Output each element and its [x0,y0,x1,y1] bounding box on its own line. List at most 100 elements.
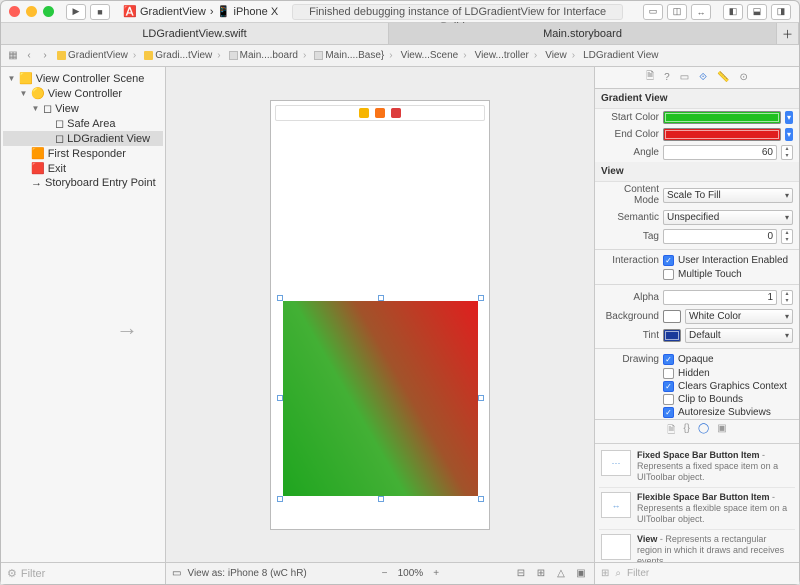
semantic-popup[interactable]: Unspecified [663,210,793,225]
outline-row[interactable]: 🟥Exit [3,161,163,176]
resize-handle-bl[interactable] [277,496,283,502]
scheme-selector[interactable]: 🅰️ GradientView › 📱 iPhone X [124,6,278,18]
code-snippet-lib-icon[interactable]: {} [683,423,690,440]
view-as-label[interactable]: View as: iPhone 8 (wC hR) [187,568,306,579]
ctb-checkbox[interactable] [663,394,674,405]
resize-handle-mr[interactable] [478,395,484,401]
outline-row[interactable]: ◻Safe Area [3,116,163,131]
device-bar-icon[interactable]: ▭ [172,568,181,579]
resize-handle-tm[interactable] [378,295,384,301]
size-inspector-icon[interactable]: 📏 [717,72,729,83]
file-template-lib-icon[interactable]: 🗎 [667,423,675,440]
outline-row[interactable]: ▼🟨View Controller Scene [3,71,163,86]
gear-icon[interactable]: ⚙ [7,567,17,580]
outline-row[interactable]: ◻LDGradient View [3,131,163,146]
editor-standard[interactable]: ▭ [643,4,663,20]
outline-row[interactable]: ▼◻View [3,101,163,116]
pin-menu-icon[interactable]: ⊞ [534,568,548,579]
outline-row[interactable]: →Storyboard Entry Point [3,176,163,190]
library-item[interactable]: ⋯Fixed Space Bar Button Item - Represent… [599,446,795,488]
zoom-in-button[interactable]: + [429,568,443,579]
canvas-viewport[interactable]: → [166,67,594,562]
content-mode-popup[interactable]: Scale To Fill [663,188,793,203]
crumb-project[interactable]: GradientView [53,50,140,61]
hidden-checkbox[interactable] [663,368,674,379]
close-button[interactable] [9,6,20,17]
background-well[interactable] [663,310,681,323]
stop-button[interactable]: ■ [90,4,110,20]
resize-handle-tr[interactable] [478,295,484,301]
media-lib-icon[interactable]: ▣ [717,423,726,440]
angle-stepper[interactable]: ▴▾ [781,145,793,160]
resize-handle-br[interactable] [478,496,484,502]
opaque-checkbox[interactable]: ✓ [663,354,674,365]
start-color-well[interactable] [663,111,781,124]
resize-handle-tl[interactable] [277,295,283,301]
connections-inspector-icon[interactable]: ⊙ [740,72,748,83]
outline-filter[interactable]: ⚙ Filter [1,562,165,584]
editor-version[interactable]: ↔ [691,4,711,20]
back-button[interactable]: ‹ [21,50,37,61]
forward-button[interactable]: › [37,50,53,61]
tab-swift-file[interactable]: LDGradientView.swift [1,23,389,44]
zoom-value[interactable]: 100% [398,568,424,579]
end-color-well[interactable] [663,128,781,141]
alpha-stepper[interactable]: ▴▾ [781,290,793,305]
object-library[interactable]: ⋯Fixed Space Bar Button Item - Represent… [595,444,799,562]
toggle-navigator[interactable]: ◧ [723,4,743,20]
run-button[interactable]: ▶ [66,4,86,20]
help-inspector-icon[interactable]: ? [664,72,670,83]
editor-assistant[interactable]: ◫ [667,4,687,20]
crumb-view[interactable]: View [541,50,579,61]
crumb-group[interactable]: Gradi...tView [140,50,224,61]
entry-point-arrow[interactable]: → [116,315,138,341]
object-lib-icon[interactable]: ◯ [698,423,709,440]
tab-storyboard[interactable]: Main.storyboard [389,23,777,44]
identity-inspector-icon[interactable]: ▭ [680,72,689,83]
multitouch-checkbox[interactable] [663,269,674,280]
first-responder-icon[interactable] [375,108,385,118]
zoom-button[interactable] [43,6,54,17]
color-popup-icon[interactable]: ▾ [785,111,793,124]
minimize-button[interactable] [26,6,37,17]
library-filter[interactable]: ⊞ ⌕ Filter [595,562,799,584]
vc-proxy-icon[interactable] [359,108,369,118]
exit-icon[interactable] [391,108,401,118]
cgc-checkbox[interactable]: ✓ [663,381,674,392]
toggle-debug[interactable]: ⬓ [747,4,767,20]
outline-row[interactable]: ▼🟡View Controller [3,86,163,101]
alpha-field[interactable]: 1 [663,290,777,305]
angle-field[interactable]: 60 [663,145,777,160]
related-items-icon[interactable]: ▦ [5,50,21,61]
resize-handle-bm[interactable] [378,496,384,502]
outline-row[interactable]: 🟧First Responder [3,146,163,161]
library-item[interactable]: View - Represents a rectangular region i… [599,530,795,562]
toggle-inspector[interactable]: ◨ [771,4,791,20]
crumb-gradient[interactable]: LDGradient View [579,50,667,61]
crumb-storyboard[interactable]: Main....board [225,50,311,61]
crumb-vc[interactable]: View...troller [471,50,542,61]
tag-stepper[interactable]: ▴▾ [781,229,793,244]
tag-field[interactable]: 0 [663,229,777,244]
background-popup[interactable]: White Color [685,309,793,324]
zoom-out-button[interactable]: − [378,568,392,579]
resize-handle-ml[interactable] [277,395,283,401]
color-popup-icon[interactable]: ▾ [785,128,793,141]
crumb-base[interactable]: Main....Base} [310,50,396,61]
library-item[interactable]: ↔Flexible Space Bar Button Item - Repres… [599,488,795,530]
scene-view-controller[interactable] [270,100,490,530]
file-inspector-icon[interactable]: 🗎 [646,69,654,86]
grid-view-icon[interactable]: ⊞ [601,568,609,579]
resolve-issues-icon[interactable]: △ [554,568,568,579]
tint-popup[interactable]: Default [685,328,793,343]
attributes-inspector-icon[interactable]: ⟐ [699,72,707,83]
uie-checkbox[interactable]: ✓ [663,255,674,266]
align-menu-icon[interactable]: ⊟ [514,568,528,579]
tab-add[interactable]: ＋ [777,23,799,44]
ars-checkbox[interactable]: ✓ [663,407,674,418]
tint-well[interactable] [663,329,681,342]
crumb-scene[interactable]: View...Scene [397,50,471,61]
scene-dock[interactable] [275,105,485,121]
embed-menu-icon[interactable]: ▣ [574,568,588,579]
ldgradient-view[interactable] [283,301,478,496]
